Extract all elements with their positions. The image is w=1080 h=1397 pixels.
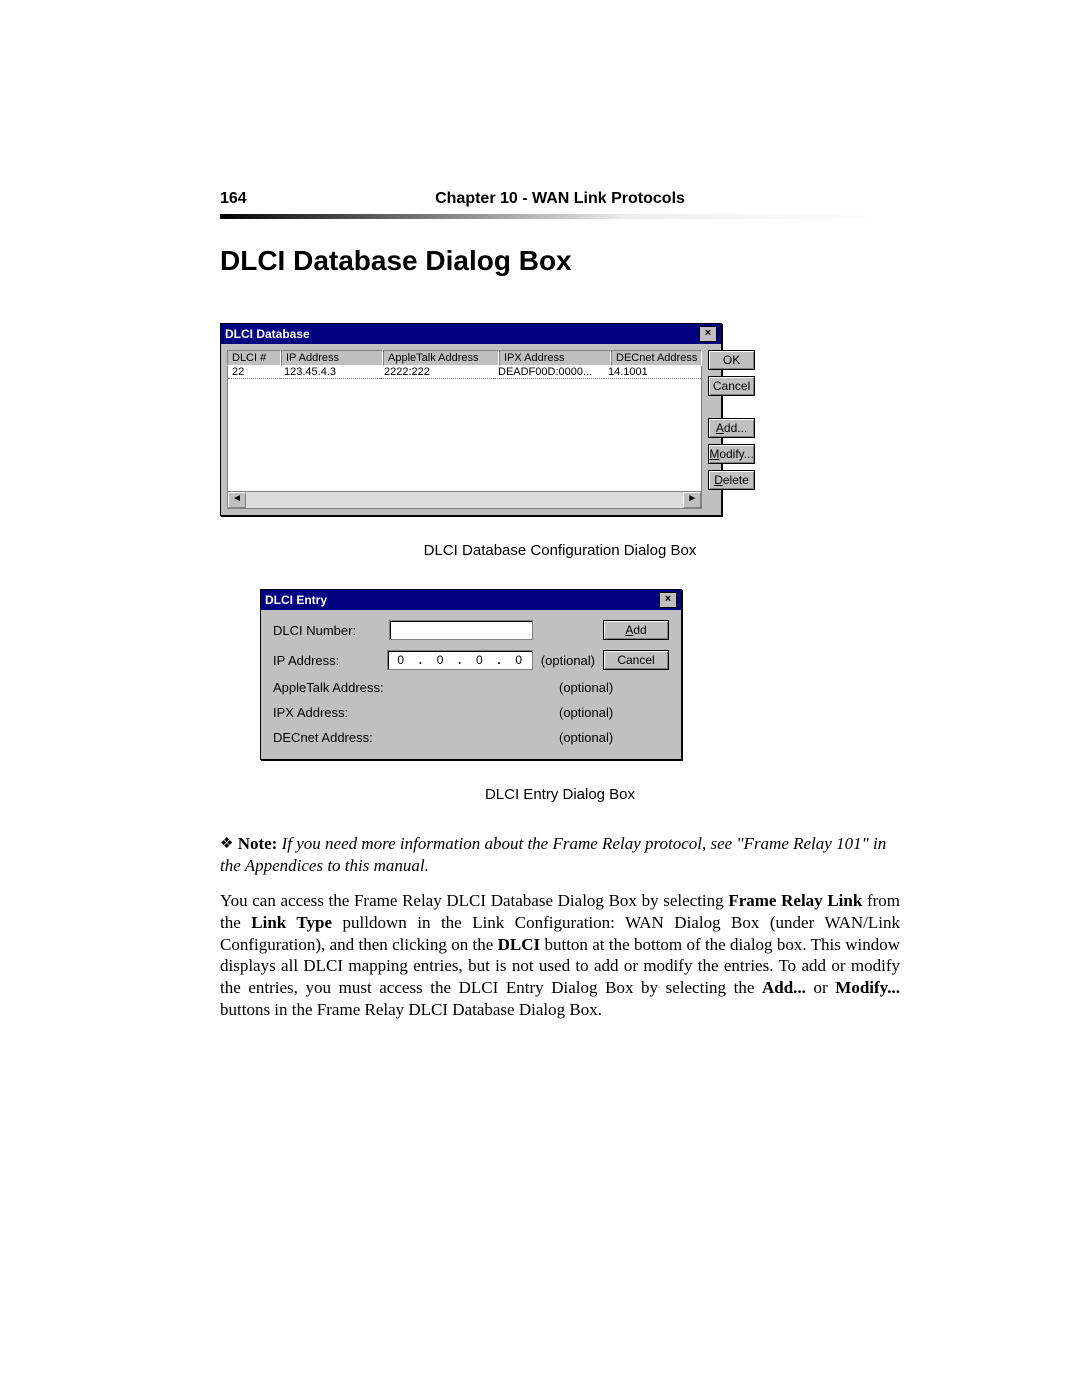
scroll-left-icon[interactable]: ◄ (228, 492, 246, 508)
note-paragraph: ❖ Note: If you need more information abo… (220, 833, 900, 876)
body-paragraph: You can access the Frame Relay DLCI Data… (220, 890, 900, 1021)
col-dlci[interactable]: DLCI # (227, 350, 281, 366)
ip-octet[interactable]: 0 (512, 653, 526, 667)
ip-octet[interactable]: 0 (433, 653, 447, 667)
scroll-right-icon[interactable]: ► (683, 492, 701, 508)
col-appletalk[interactable]: AppleTalk Address (383, 350, 499, 366)
dlci-number-field[interactable] (389, 620, 534, 640)
cell-ip: 123.45.4.3 (280, 366, 380, 379)
modify-button[interactable]: Modify... (708, 444, 754, 464)
list-body[interactable]: 22 123.45.4.3 2222:222 DEADF00D:0000... … (227, 366, 702, 492)
figure-caption: DLCI Entry Dialog Box (220, 786, 900, 803)
cell-ipx: DEADF00D:0000... (494, 366, 604, 379)
optional-label: (optional) (559, 705, 619, 720)
cancel-button[interactable]: Cancel (708, 376, 754, 396)
col-decnet[interactable]: DECnet Address (611, 350, 702, 366)
ip-octet[interactable]: 0 (394, 653, 408, 667)
table-row[interactable]: 22 123.45.4.3 2222:222 DEADF00D:0000... … (228, 366, 701, 379)
add-button[interactable]: Add (603, 620, 669, 640)
label-ipx: IPX Address: (273, 705, 393, 720)
note-text: If you need more information about the F… (220, 834, 886, 875)
optional-label: (optional) (559, 730, 619, 745)
list-header: DLCI # IP Address AppleTalk Address IPX … (227, 350, 702, 366)
header-rule (220, 214, 900, 219)
ip-address-field[interactable]: 0. 0. 0. 0 (387, 650, 533, 670)
chapter-header: Chapter 10 - WAN Link Protocols (220, 190, 900, 208)
diamond-bullet-icon: ❖ (220, 836, 233, 852)
dlci-entry-dialog: DLCI Entry × DLCI Number: Add IP Address… (260, 589, 682, 760)
figure-caption: DLCI Database Configuration Dialog Box (220, 542, 900, 559)
close-icon[interactable]: × (659, 592, 677, 608)
optional-label: (optional) (541, 653, 595, 668)
label-appletalk: AppleTalk Address: (273, 680, 393, 695)
delete-button[interactable]: Delete (708, 470, 754, 490)
add-button[interactable]: Add... (708, 418, 754, 438)
scroll-track[interactable] (246, 492, 683, 508)
col-ip[interactable]: IP Address (281, 350, 383, 366)
label-decnet: DECnet Address: (273, 730, 393, 745)
cell-dec: 14.1001 (604, 366, 701, 379)
dlci-database-dialog: DLCI Database × DLCI # IP Address AppleT… (220, 323, 722, 516)
cell-at: 2222:222 (380, 366, 494, 379)
window-title: DLCI Entry (265, 593, 659, 607)
section-title: DLCI Database Dialog Box (220, 245, 900, 277)
label-dlci-number: DLCI Number: (273, 623, 381, 638)
ip-octet[interactable]: 0 (472, 653, 486, 667)
cancel-button[interactable]: Cancel (603, 650, 669, 670)
note-label: Note: (238, 834, 278, 853)
horizontal-scrollbar[interactable]: ◄ ► (227, 492, 702, 509)
optional-label: (optional) (559, 680, 619, 695)
window-title: DLCI Database (225, 327, 699, 341)
col-ipx[interactable]: IPX Address (499, 350, 611, 366)
close-icon[interactable]: × (699, 326, 717, 342)
ok-button[interactable]: OK (708, 350, 754, 370)
cell-dlci: 22 (228, 366, 280, 379)
label-ip: IP Address: (273, 653, 379, 668)
